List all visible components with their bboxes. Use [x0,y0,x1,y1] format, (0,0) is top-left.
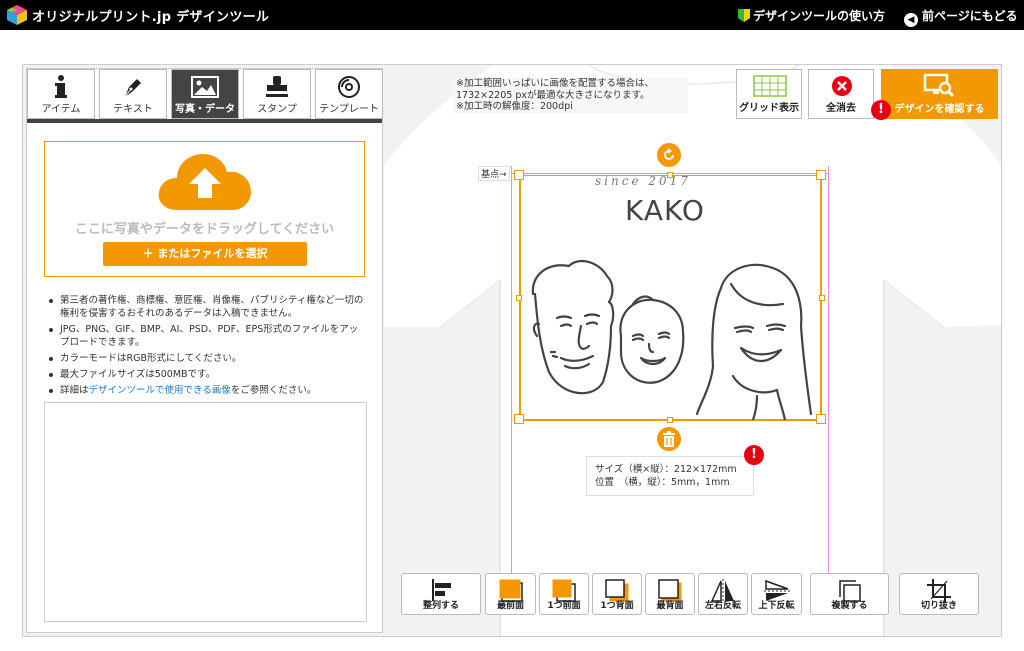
note-text: 詳細は [60,385,89,396]
tab-text[interactable]: テキスト [99,69,167,119]
usable-images-link[interactable]: デザインツールで使用できる画像 [89,385,231,396]
confirm-design-button[interactable]: デザインを確認する [881,69,998,119]
send-backward-label: 1つ背面 [600,601,634,611]
grid-toggle-label: グリッド表示 [739,103,799,114]
note-item: JPG、PNG、GIF、BMP、AI、PSD、PDF、EPS形式のファイルをアッ… [46,323,366,349]
template-icon [338,76,360,98]
back-arrow-icon: ◀ [904,13,918,27]
top-bar: オリジナルプリント.jp デザインツール デザインツールの使い方 ◀ 前ページにも… [0,0,1024,30]
confirm-alert-icon: ! [871,100,891,120]
note-text: をご参照ください。 [230,385,317,396]
tabs-underline [27,119,382,123]
grid-icon [753,75,787,97]
brand-title[interactable]: オリジナルプリント.jp デザインツール [32,6,269,25]
tab-item[interactable]: アイテム [27,69,95,119]
tab-template[interactable]: テンプレート [315,69,383,119]
crop-label: 切り抜き [920,601,957,611]
stamp-icon [266,76,288,97]
resize-handle-top-right[interactable] [816,170,826,180]
note-item: 第三者の著作権、商標権、意匠権、肖像権、パブリシティ権など一切の権利を侵害するお… [46,294,366,320]
info-line: ※加工範囲いっぱいに画像を配置する場合は、 [456,78,654,89]
crop-button[interactable]: 切り抜き [899,573,979,615]
bring-to-front-label: 最前面 [496,601,524,611]
beginner-mark-icon [738,9,750,22]
note-item: 最大ファイルサイズは500MBです。 [46,368,366,381]
design-title-text: KAKO [625,194,705,227]
info-line: 1732×2205 pxが最適な大きさになります。 [456,89,650,101]
resize-handle-bottom-left[interactable] [514,414,524,424]
logo-icon [7,5,27,25]
help-link-label: デザインツールの使い方 [753,9,886,23]
resize-handle-left[interactable] [516,295,522,301]
monitor-search-icon [923,73,955,98]
select-file-button[interactable]: ＋ またはファイルを選択 [103,242,307,266]
send-to-back-label: 最背面 [656,601,684,611]
note-item: カラーモードはRGB形式にしてください。 [46,352,366,365]
resize-handle-bottom[interactable] [667,417,673,423]
flip-horizontal-label: 左右反転 [704,601,741,611]
info-line: ※加工時の解像度：200dpi [456,101,573,112]
flip-horizontal-button[interactable]: 左右反転 [698,573,748,615]
note-item: 詳細はデザインツールで使用できる画像をご参照ください。 [46,384,366,397]
tab-stamp-label: スタンプ [257,104,297,115]
uploaded-images-gallery[interactable] [44,402,367,622]
position-text: 位置 （横，縦）：5mm，1mm [595,477,730,488]
tab-item-label: アイテム [41,104,81,115]
back-link[interactable]: ◀ 前ページにもどる [904,7,1018,27]
resize-handle-right[interactable] [819,295,825,301]
tab-photo-data-label: 写真・データ [175,104,235,115]
back-link-label: 前ページにもどる [922,9,1018,23]
tab-template-label: テンプレート [319,104,379,115]
design-script-text: since 2017 [595,174,691,188]
canvas-info-note: ※加工範囲いっぱいに画像を配置する場合は、 1732×2205 pxが最適な大き… [453,78,688,113]
align-label: 整列する [422,601,459,611]
flip-vertical-button[interactable]: 上下反転 [751,573,802,615]
image-icon [191,76,219,98]
pen-icon [124,79,141,98]
clear-all-button[interactable]: 全消去 [808,69,874,119]
clear-all-label: 全消去 [826,103,856,114]
print-area-guide [828,166,829,574]
help-link[interactable]: デザインツールの使い方 [738,7,885,24]
close-icon [832,76,852,96]
rotate-icon [664,148,674,160]
bring-to-front-button[interactable]: 最前面 [485,573,536,615]
base-point-label: 基点→ [478,166,510,181]
tab-text-label: テキスト [113,104,153,115]
resize-handle-bottom-right[interactable] [816,414,826,424]
size-position-info: サイズ（横×縦）：212×172mm 位置 （横，縦）：5mm，1mm [586,456,754,496]
bring-forward-button[interactable]: 1つ前面 [539,573,589,615]
upload-notes: 第三者の著作権、商標権、意匠権、肖像権、パブリシティ権など一切の権利を侵害するお… [46,294,366,400]
rotate-button[interactable] [657,143,681,167]
tab-photo-data[interactable]: 写真・データ [171,69,239,119]
upload-dropzone[interactable]: ここに写真やデータをドラッグしてください ＋ またはファイルを選択 [44,141,365,277]
duplicate-label: 複製する [831,601,868,611]
duplicate-button[interactable]: 複製する [810,573,889,615]
grid-toggle-button[interactable]: グリッド表示 [736,69,802,119]
print-area-guide [511,166,512,574]
send-to-back-button[interactable]: 最背面 [645,573,695,615]
confirm-design-label: デザインを確認する [894,104,985,115]
size-alert-icon: ! [744,445,764,465]
resize-handle-top-left[interactable] [514,170,524,180]
delete-button[interactable] [657,427,681,451]
size-text: サイズ（横×縦）：212×172mm [595,464,737,475]
resize-handle-top[interactable] [667,172,673,178]
dropzone-text: ここに写真やデータをドラッグしてください [74,222,335,237]
trash-icon [663,431,675,447]
bring-forward-label: 1つ前面 [547,601,581,611]
cloud-upload-icon [158,154,251,210]
align-button[interactable]: 整列する [401,573,481,615]
flip-vertical-label: 上下反転 [758,601,795,611]
send-backward-button[interactable]: 1つ背面 [592,573,642,615]
info-icon [55,75,67,98]
tab-stamp[interactable]: スタンプ [243,69,311,119]
